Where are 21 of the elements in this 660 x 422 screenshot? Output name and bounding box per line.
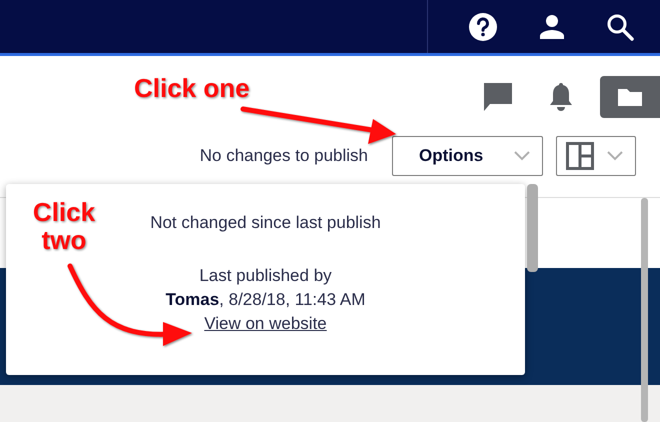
bell-icon[interactable] — [548, 82, 574, 112]
scrollbar[interactable] — [641, 198, 648, 422]
user-icon[interactable] — [538, 14, 565, 40]
website-link[interactable]: View on website — [204, 314, 327, 334]
publish-status: No changes to publish — [200, 146, 368, 166]
search-icon[interactable] — [606, 12, 634, 40]
chevron-icon — [607, 151, 623, 161]
folder-icon — [617, 87, 643, 107]
published-label: Last published by — [199, 266, 332, 286]
popup-scrollbar[interactable] — [527, 184, 538, 272]
help-icon[interactable] — [468, 12, 498, 42]
annotation-label: Click one — [134, 74, 250, 102]
layout-icon — [566, 142, 594, 170]
annotation-label: Click two — [32, 198, 96, 254]
layout-button[interactable] — [556, 136, 636, 176]
published-detail: Tomas, 8/28/18, 11:43 AM — [166, 290, 366, 310]
options-button[interactable]: Options — [392, 136, 543, 176]
chat-icon[interactable] — [482, 82, 514, 112]
folder-button[interactable] — [600, 76, 660, 118]
popup-message: Not changed since last publish — [150, 213, 381, 233]
chevron-icon — [514, 151, 530, 161]
